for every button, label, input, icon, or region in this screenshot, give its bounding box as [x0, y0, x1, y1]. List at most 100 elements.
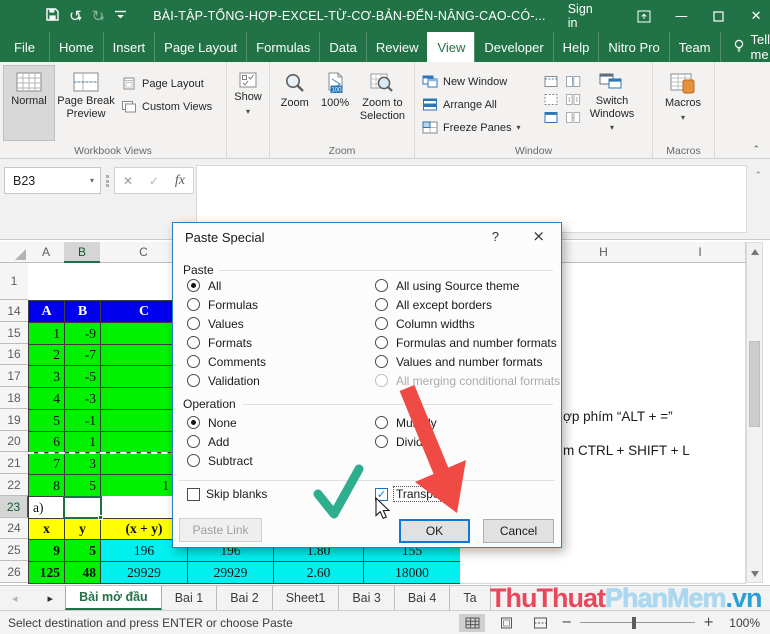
zoom-out-button[interactable]: −: [561, 615, 572, 630]
all-radio-icon[interactable]: [187, 279, 200, 292]
grid-cell[interactable]: [552, 300, 656, 323]
row-header-1[interactable]: 1: [0, 263, 29, 300]
sheet-tab-ta[interactable]: Ta: [450, 586, 490, 610]
zoom-slider-thumb[interactable]: [632, 617, 636, 629]
grid-cell[interactable]: [655, 387, 746, 410]
page-layout-view-button[interactable]: Page Layout: [117, 73, 216, 94]
radio-formats[interactable]: Formats: [187, 333, 266, 352]
sheet-tab-bai-1[interactable]: Bai 1: [162, 586, 218, 610]
grid-cell[interactable]: [655, 344, 746, 366]
custom-views-button[interactable]: Custom Views: [117, 96, 216, 117]
grid-cell[interactable]: 29929: [187, 561, 274, 584]
transpose-box[interactable]: ✓: [375, 488, 388, 501]
active-cell-B23[interactable]: [63, 496, 102, 519]
formats-radio-icon[interactable]: [187, 336, 200, 349]
ribbon-tab-data[interactable]: Data: [319, 32, 365, 62]
all-except-borders-radio-icon[interactable]: [375, 298, 388, 311]
grid-cell[interactable]: a): [28, 496, 65, 519]
grid-cell[interactable]: [460, 561, 553, 584]
grid-cell[interactable]: [552, 539, 656, 562]
minimize-button[interactable]: —: [663, 0, 700, 32]
radio-comments[interactable]: Comments: [187, 352, 266, 371]
grid-cell[interactable]: [552, 365, 656, 388]
grid-cell[interactable]: 7: [28, 452, 65, 475]
ribbon-tab-home[interactable]: Home: [49, 32, 103, 62]
enter-entry-icon[interactable]: ✓: [149, 174, 159, 188]
radio-validation[interactable]: Validation: [187, 371, 266, 390]
formula-bar-splitter[interactable]: [106, 175, 109, 187]
row-header-19[interactable]: 19: [0, 409, 29, 431]
radio-multiply[interactable]: Multiply: [375, 413, 437, 432]
validation-radio-icon[interactable]: [187, 374, 200, 387]
column-header-i[interactable]: I: [655, 242, 746, 263]
radio-values[interactable]: Values: [187, 314, 266, 333]
add-radio-icon[interactable]: [187, 435, 200, 448]
radio-all-using-source-theme[interactable]: All using Source theme: [375, 276, 560, 295]
freeze-panes-button[interactable]: Freeze Panes ▾: [418, 117, 540, 138]
hide-icon[interactable]: [543, 93, 559, 106]
grid-cell[interactable]: -7: [64, 344, 101, 366]
column-widths-radio-icon[interactable]: [375, 317, 388, 330]
grid-cell[interactable]: [552, 263, 656, 301]
formula-bar-collapse-icon[interactable]: ⌃: [754, 171, 762, 181]
grid-cell[interactable]: [655, 263, 746, 301]
formulas-radio-icon[interactable]: [187, 298, 200, 311]
values-radio-icon[interactable]: [187, 317, 200, 330]
page-break-preview-icon-status[interactable]: [527, 614, 553, 632]
select-all-corner[interactable]: [0, 242, 29, 263]
ribbon-tab-formulas[interactable]: Formulas: [246, 32, 319, 62]
ribbon-tab-developer[interactable]: Developer: [474, 32, 552, 62]
cancel-entry-icon[interactable]: ✕: [123, 174, 133, 188]
radio-add[interactable]: Add: [187, 432, 253, 451]
grid-cell[interactable]: -5: [64, 365, 101, 388]
maximize-button[interactable]: [700, 0, 737, 32]
subtract-radio-icon[interactable]: [187, 454, 200, 467]
radio-column-widths[interactable]: Column widths: [375, 314, 560, 333]
grid-cell[interactable]: 1: [28, 322, 65, 345]
grid-cell[interactable]: -3: [64, 387, 101, 410]
close-button[interactable]: ✕: [737, 0, 770, 32]
grid-cell[interactable]: 1: [64, 431, 101, 453]
row-header-24[interactable]: 24: [0, 518, 29, 539]
grid-cell[interactable]: [655, 300, 746, 323]
grid-cell[interactable]: [64, 263, 101, 301]
grid-cell[interactable]: x: [28, 518, 65, 540]
row-header-20[interactable]: 20: [0, 431, 29, 452]
row-header-26[interactable]: 26: [0, 561, 29, 583]
row-header-25[interactable]: 25: [0, 539, 29, 561]
normal-view-button[interactable]: Normal: [3, 65, 55, 141]
row-header-17[interactable]: 17: [0, 365, 29, 387]
macros-button[interactable]: Macros ▾: [656, 65, 710, 141]
values-and-number-formats-radio-icon[interactable]: [375, 355, 388, 368]
row-header-14[interactable]: 14: [0, 300, 29, 322]
grid-cell[interactable]: 29929: [100, 561, 188, 584]
zoom-in-button[interactable]: +: [703, 615, 714, 630]
new-window-button[interactable]: New Window: [418, 71, 540, 92]
all-using-source-theme-radio-icon[interactable]: [375, 279, 388, 292]
ribbon-display-options-icon[interactable]: [625, 0, 662, 32]
column-header-h[interactable]: H: [552, 242, 656, 263]
sheet-tab-bai-4[interactable]: Bai 4: [395, 586, 451, 610]
ribbon-tab-page-layout[interactable]: Page Layout: [154, 32, 246, 62]
grid-cell[interactable]: [552, 387, 656, 410]
ribbon-tab-nitro-pro[interactable]: Nitro Pro: [598, 32, 668, 62]
page-break-preview-button[interactable]: Page Break Preview: [55, 65, 117, 141]
column-header-a[interactable]: A: [28, 242, 65, 263]
grid-cell[interactable]: 4: [28, 387, 65, 410]
column-header-b[interactable]: B: [64, 242, 101, 263]
sign-in-button[interactable]: Sign in: [546, 2, 626, 30]
page-layout-view-icon-status[interactable]: [493, 614, 519, 632]
collapse-ribbon-icon[interactable]: ⌃: [752, 145, 760, 155]
ribbon-tab-review[interactable]: Review: [366, 32, 428, 62]
dialog-help-button[interactable]: ?: [492, 229, 499, 244]
multiply-radio-icon[interactable]: [375, 416, 388, 429]
grid-cell[interactable]: 6: [28, 431, 65, 453]
ribbon-tab-file[interactable]: File: [0, 32, 49, 62]
grid-cell[interactable]: 18000: [363, 561, 461, 584]
customize-quick-access-toolbar-icon[interactable]: [114, 8, 127, 24]
comments-radio-icon[interactable]: [187, 355, 200, 368]
radio-values-and-number-formats[interactable]: Values and number formats: [375, 352, 560, 371]
grid-cell[interactable]: 2: [28, 344, 65, 366]
scroll-up-icon[interactable]: [747, 243, 762, 260]
radio-formulas[interactable]: Formulas: [187, 295, 266, 314]
